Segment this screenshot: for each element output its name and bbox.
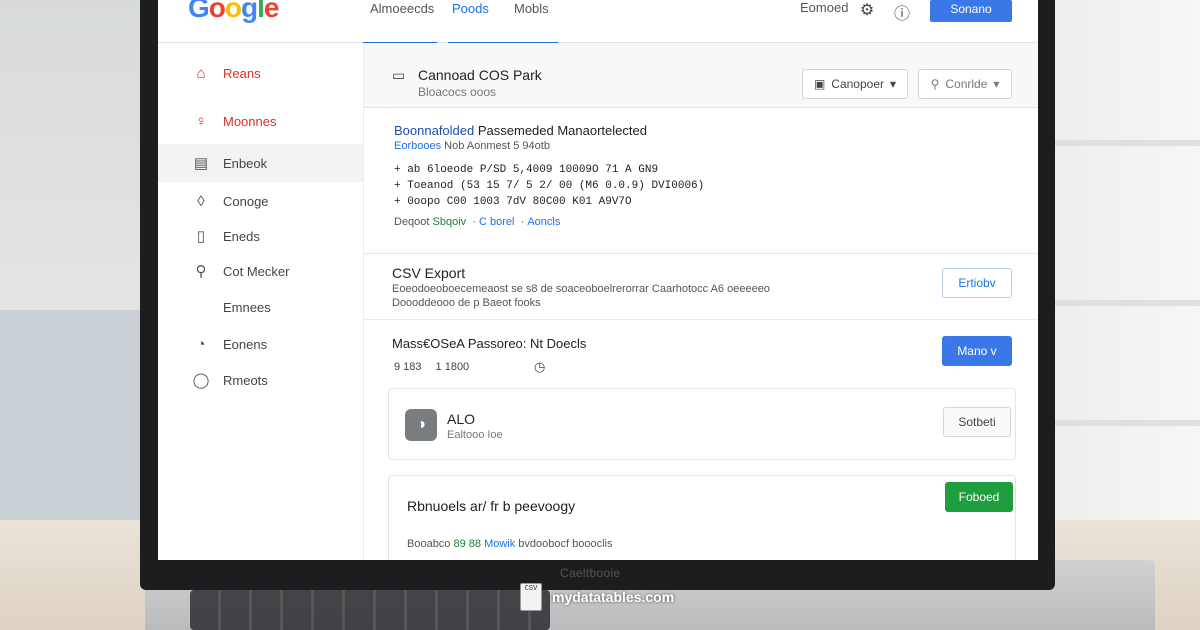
card-footer: Booabco 89 88 Mowik bvdoobocf boooclis: [407, 538, 613, 550]
sidebar-item-rmeots[interactable]: ◯ Rmeots: [158, 361, 363, 399]
card-title: Rbnuoels ar/ fr b peevoogy: [407, 498, 576, 514]
data-line: + 0oopo C00 1003 7dV 80C00 K01 A9V7O: [394, 196, 632, 208]
tag-link[interactable]: C borel: [479, 216, 514, 228]
page-title: Cannoad COS Park: [418, 67, 542, 83]
folder-icon: ▭: [392, 67, 406, 83]
page-header: ▭ Cannoad COS Park Bloacocs ooos ▣ Canop…: [364, 43, 1038, 108]
google-logo[interactable]: Google: [188, 0, 279, 24]
watermark-text: mydatatables.com: [552, 589, 675, 605]
watermark: CSV mydatatables.com: [520, 583, 674, 611]
card-title: Boonnafolded Passemeded Manaortelected: [394, 123, 647, 138]
sidebar-item-enbeok[interactable]: ▤ Enbeok: [158, 144, 363, 182]
card-title: ALO: [447, 411, 476, 427]
tag-link[interactable]: Aoncls: [527, 216, 560, 228]
primary-header-button[interactable]: Sonano: [930, 0, 1012, 22]
passwords-card: Boonnafolded Passemeded Manaortelected E…: [364, 108, 1038, 254]
document-icon: ▤: [193, 155, 209, 172]
chevron-down-icon: ▾: [993, 77, 1000, 91]
sidebar-item-label: Reans: [223, 65, 261, 81]
home-icon: ⌂: [196, 64, 206, 82]
page-subtitle: Bloacocs ooos: [418, 85, 497, 99]
book-icon: ▯: [196, 228, 206, 245]
mass-export-meta: 9 183 1 1800 ◷: [394, 359, 545, 374]
gear-icon[interactable]: ⚙: [858, 0, 876, 19]
sidebar-item-label: Eneds: [223, 228, 260, 244]
sidebar-item-eneds[interactable]: ▯ Eneds: [158, 217, 363, 255]
sidebar: ⌂ Reans ♀ Moonnes ▤ Enbeok ◊ Conoge ▯ En…: [158, 43, 364, 560]
help-icon[interactable]: ⓘ: [893, 0, 911, 23]
secondary-button[interactable]: Sotbeti: [943, 407, 1011, 437]
csv-export-description: Eoeodoeoboecemeaost se s8 de soaceoboelr…: [392, 283, 770, 309]
meta-value: 9 183: [394, 361, 422, 373]
data-line: + ab 6loeode P/SD 5,4009 10009O 71 A GN9: [394, 164, 659, 176]
dropdown-label: Canopoer: [831, 77, 885, 91]
filter-icon: ⚲: [930, 77, 940, 91]
meta-value: 1 1800: [435, 361, 470, 373]
clock-icon: ◔: [196, 335, 206, 353]
sidebar-item-cot-mecker[interactable]: ⚲ Cot Mecker: [158, 252, 363, 290]
sidebar-item-eonens[interactable]: ◔ Eonens: [158, 325, 363, 363]
tab-mobls[interactable]: Mobls: [514, 0, 549, 42]
tag-green[interactable]: Sbqoiv: [433, 216, 467, 228]
sidebar-item-label: Conoge: [223, 193, 269, 209]
mass-export-button[interactable]: Mano v: [942, 336, 1012, 366]
laptop-brand: Caeltbooie: [560, 566, 621, 580]
card-subtitle: Ealtooo Ioe: [447, 429, 503, 441]
conrlde-dropdown[interactable]: ⚲ Conrlde ▾: [918, 69, 1012, 99]
sidebar-item-label: Rmeots: [223, 372, 268, 388]
canopoer-dropdown[interactable]: ▣ Canopoer ▾: [802, 69, 908, 99]
sidebar-item-label: Moonnes: [223, 113, 277, 129]
green-action-button[interactable]: Foboed: [945, 482, 1013, 512]
chat-icon: ◯: [192, 372, 210, 389]
sidebar-item-moonnes[interactable]: ♀ Moonnes: [158, 102, 363, 140]
background-couch: [0, 310, 160, 540]
clock-icon: ◷: [534, 359, 546, 374]
sidebar-item-emnees[interactable]: Emnees: [158, 288, 363, 326]
app-icon: ◑: [405, 409, 437, 441]
search-icon: ⚲: [195, 263, 207, 280]
sidebar-item-label: Emnees: [223, 299, 271, 315]
laptop-keyboard: [190, 590, 550, 630]
sidebar-item-label: Cot Mecker: [223, 263, 290, 279]
laptop-screen: Google Almoeecds Poods Mobls Eomoed ⚙ ⓘ …: [158, 0, 1038, 560]
csv-export-button[interactable]: Ertiobv: [942, 268, 1012, 298]
card-subtitle: Eorbooes Nob Aonmest 5 94otb: [394, 140, 550, 152]
privacy-card: Rbnuoels ar/ fr b peevoogy Foboed Booabc…: [388, 475, 1016, 560]
dropdown-label: Conrlde: [945, 77, 988, 91]
calendar-icon: ▣: [813, 77, 826, 91]
people-icon: ♀: [195, 112, 207, 130]
shield-icon: ◊: [197, 192, 205, 210]
card-tags: Deqoot Sbqoiv · C borel · Aoncls: [394, 216, 561, 228]
top-header: Google Almoeecds Poods Mobls Eomoed ⚙ ⓘ …: [158, 0, 1038, 44]
tab-underline-left: [363, 0, 437, 44]
sidebar-item-reans[interactable]: ⌂ Reans: [158, 54, 363, 92]
divider: [364, 319, 1038, 320]
csv-file-icon: CSV: [520, 583, 542, 611]
chevron-down-icon: ▾: [890, 77, 897, 91]
background-window: [1030, 0, 1200, 520]
csv-export-title: CSV Export: [392, 265, 466, 281]
sidebar-item-conoge[interactable]: ◊ Conoge: [158, 182, 363, 220]
sidebar-item-label: Enbeok: [223, 155, 268, 171]
header-link[interactable]: Eomoed: [800, 0, 848, 15]
data-line: + Toeanod (53 15 7/ 5 2/ 00 (M6 0.0.9) D…: [394, 180, 705, 192]
alo-card: ◑ ALO Ealtooo Ioe Sotbeti: [388, 388, 1016, 460]
main-content: ▭ Cannoad COS Park Bloacocs ooos ▣ Canop…: [364, 43, 1038, 560]
mass-export-title: Mass€OSeA Passoreo: Nt Doecls: [392, 336, 587, 351]
sidebar-item-label: Eonens: [223, 336, 268, 352]
